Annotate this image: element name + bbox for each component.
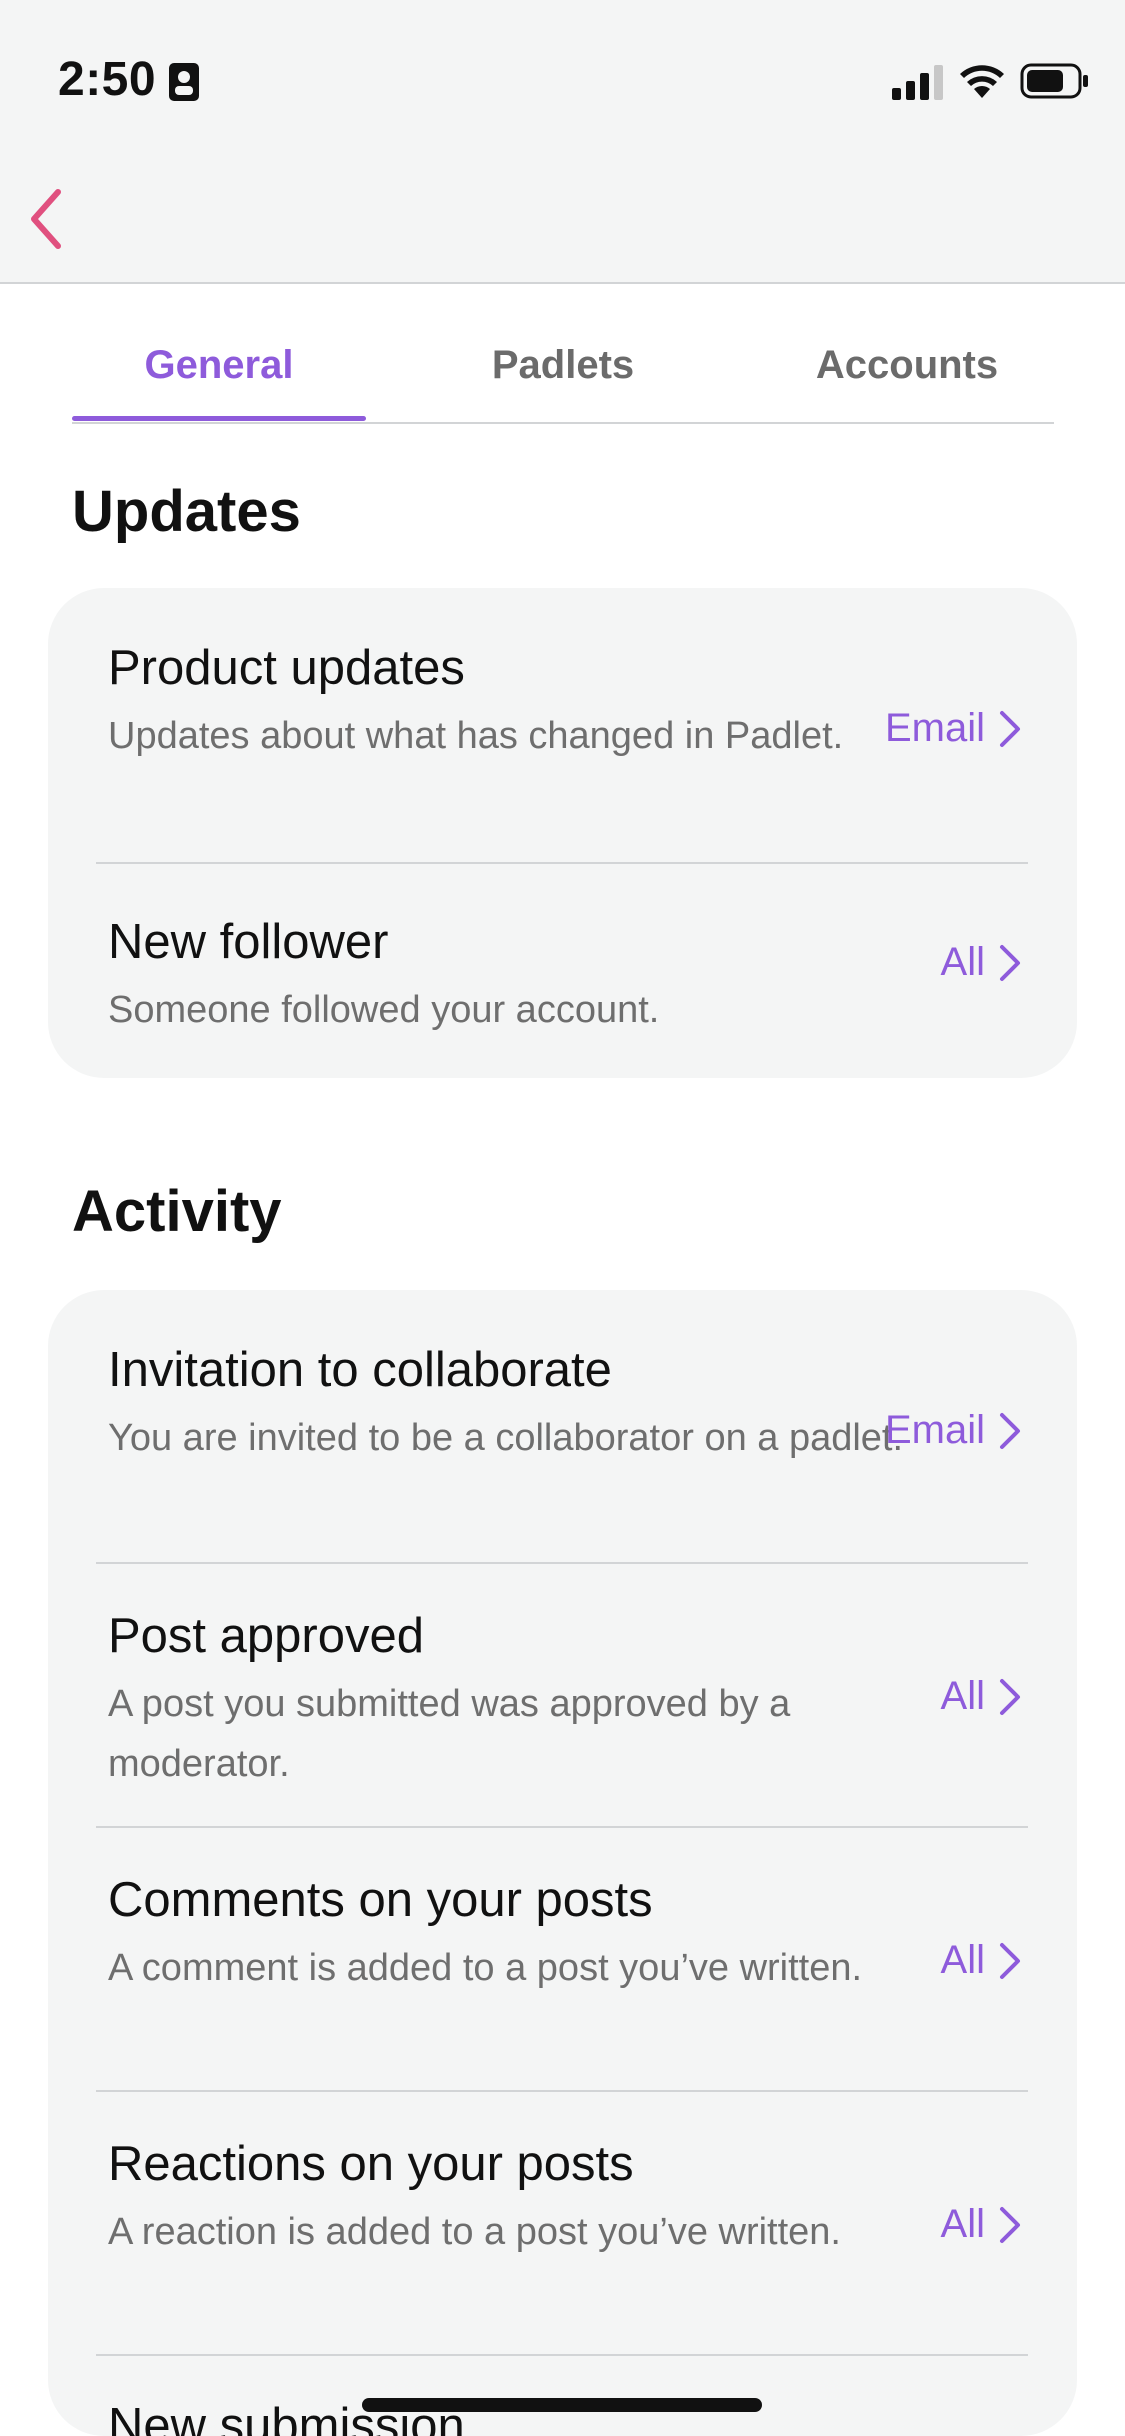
setting-value: All: [941, 2202, 1021, 2247]
battery-icon: [1020, 63, 1088, 99]
setting-description: A reaction is added to a post you’ve wri…: [108, 2211, 841, 2253]
setting-row-invitation-to-collaborate[interactable]: Invitation to collaborate You are invite…: [48, 1290, 1077, 1562]
setting-row-new-submission[interactable]: New submission: [48, 2356, 1077, 2436]
setting-value: All: [941, 940, 1021, 985]
setting-value-label: Email: [884, 706, 985, 750]
setting-title: Reactions on your posts: [108, 2137, 634, 2191]
wifi-icon: [960, 65, 1004, 98]
setting-title: New follower: [108, 915, 389, 969]
setting-description: You are invited to be a collaborator on …: [108, 1417, 904, 1459]
chevron-right-icon: [1000, 710, 1020, 747]
setting-description: A comment is added to a post you’ve writ…: [108, 1947, 863, 1989]
setting-value-label: All: [940, 1674, 985, 1718]
section-title-updates: Updates: [72, 479, 301, 544]
setting-value: All: [941, 1938, 1021, 1983]
contact-card-icon: [169, 63, 199, 101]
setting-value-label: All: [940, 2202, 985, 2246]
setting-description: Updates about what has changed in Padlet…: [108, 715, 844, 757]
setting-value-label: Email: [884, 1408, 985, 1452]
setting-value: Email: [885, 706, 1021, 751]
setting-row-product-updates[interactable]: Product updates Updates about what has c…: [48, 588, 1077, 862]
setting-row-comments-on-your-posts[interactable]: Comments on your posts A comment is adde…: [48, 1828, 1077, 2090]
status-time: 2:50: [58, 53, 157, 106]
chevron-right-icon: [1000, 1412, 1020, 1449]
chevron-right-icon: [1000, 1678, 1020, 1715]
chevron-right-icon: [1000, 2206, 1020, 2243]
home-indicator: [362, 2398, 762, 2412]
section-title-activity: Activity: [72, 1179, 282, 1244]
tab-bar: General Padlets Accounts: [72, 282, 1054, 424]
setting-title: Post approved: [108, 1609, 424, 1663]
navigation-bar: [0, 160, 1125, 284]
tab-accounts[interactable]: Accounts: [760, 340, 1054, 410]
tab-general[interactable]: General: [72, 340, 366, 410]
setting-row-new-follower[interactable]: New follower Someone followed your accou…: [48, 864, 1077, 1078]
setting-row-reactions-on-your-posts[interactable]: Reactions on your posts A reaction is ad…: [48, 2092, 1077, 2354]
chevron-right-icon: [1000, 1942, 1020, 1979]
setting-row-post-approved[interactable]: Post approved A post you submitted was a…: [48, 1564, 1077, 1826]
status-bar: 2:50: [0, 0, 1125, 160]
updates-card: Product updates Updates about what has c…: [48, 588, 1077, 1078]
setting-description: Someone followed your account.: [108, 989, 660, 1031]
setting-title: Invitation to collaborate: [108, 1343, 612, 1397]
setting-title: Product updates: [108, 641, 465, 695]
setting-value-label: All: [940, 940, 985, 984]
cellular-signal-icon: [892, 65, 943, 100]
setting-value-label: All: [940, 1938, 985, 1982]
setting-value: Email: [885, 1408, 1021, 1453]
activity-card: Invitation to collaborate You are invite…: [48, 1290, 1077, 2436]
chevron-right-icon: [1000, 944, 1020, 981]
setting-value: All: [941, 1674, 1021, 1719]
setting-description: A post you submitted was approved by a m…: [108, 1683, 791, 1785]
setting-title: Comments on your posts: [108, 1873, 653, 1927]
back-chevron-icon[interactable]: [24, 184, 68, 254]
active-tab-indicator: [72, 416, 366, 421]
tab-padlets[interactable]: Padlets: [416, 340, 710, 410]
